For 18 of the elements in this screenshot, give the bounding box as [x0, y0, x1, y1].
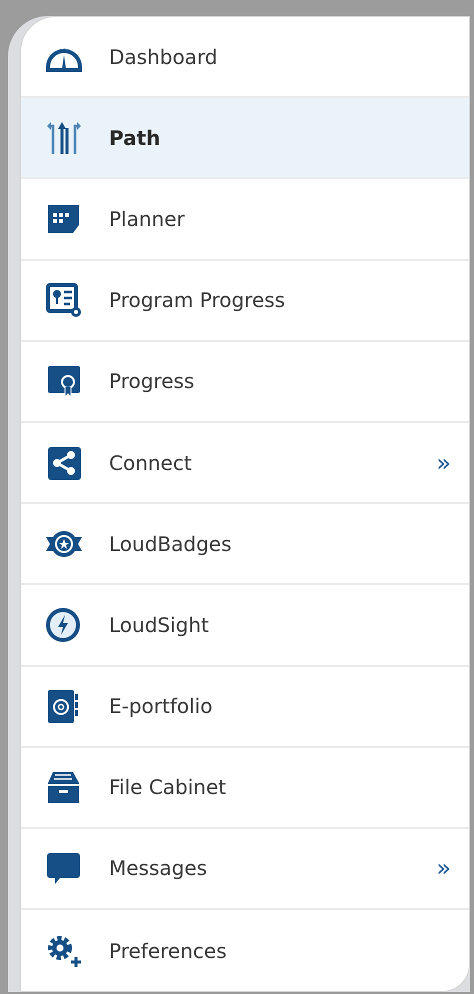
- menu-item[interactable]: Planner: [21, 179, 469, 261]
- menu-item[interactable]: Connect »: [21, 422, 469, 504]
- menu-item[interactable]: LoudBadges: [21, 504, 469, 586]
- share-icon: [45, 444, 83, 481]
- expand-arrow[interactable]: »: [436, 444, 451, 481]
- certificate-gear-icon: [45, 282, 83, 318]
- menu-item[interactable]: File Cabinet: [21, 748, 469, 829]
- lightning-icon: [45, 606, 83, 643]
- speech-bubble-icon: [45, 850, 83, 886]
- menu-item[interactable]: E-portfolio: [21, 666, 469, 748]
- menu-item[interactable]: Program Progress: [21, 260, 469, 342]
- menu-item[interactable]: Preferences: [21, 910, 469, 991]
- arrows-icon: [45, 120, 83, 156]
- menu-item[interactable]: Path: [21, 98, 469, 180]
- expand-arrow[interactable]: »: [436, 850, 451, 886]
- menu-item[interactable]: Messages »: [21, 828, 469, 910]
- menu-item[interactable]: LoudSight: [21, 585, 469, 666]
- menu-item[interactable]: Progress: [21, 342, 469, 423]
